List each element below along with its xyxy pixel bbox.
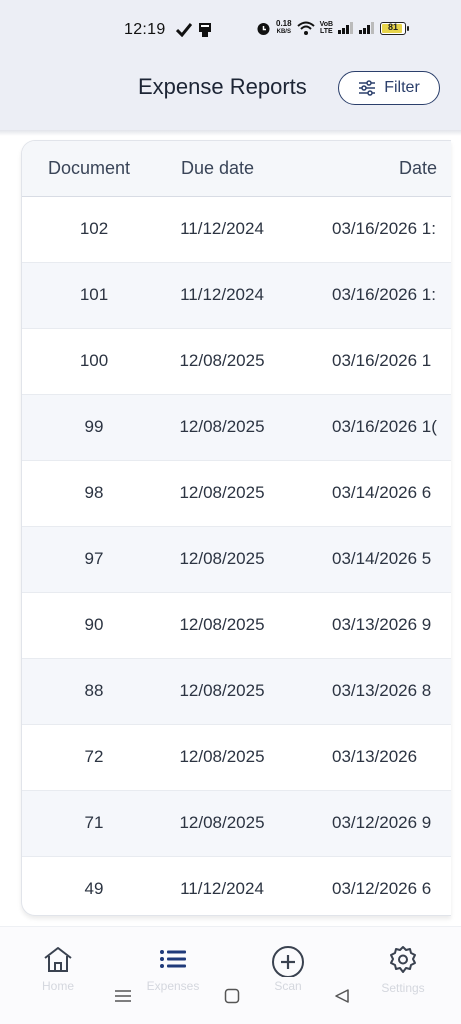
- table-row[interactable]: 100 12/08/2025 03/16/2026 1: [22, 329, 451, 395]
- column-header-due-date[interactable]: Due date: [181, 158, 254, 179]
- battery-level: 81: [388, 21, 399, 32]
- recents-icon[interactable]: [114, 988, 132, 1004]
- net-speed-unit: KB/S: [276, 29, 291, 35]
- table-row[interactable]: 99 12/08/2025 03/16/2026 1(: [22, 395, 451, 461]
- volte-top: VoB: [319, 21, 334, 28]
- cell-due-date: 12/08/2025: [179, 417, 265, 436]
- list-icon: [160, 950, 186, 968]
- cell-date: 03/16/2026 1(: [332, 417, 437, 436]
- cell-due-date: 12/08/2025: [179, 351, 265, 370]
- status-time: 12:19: [124, 21, 166, 38]
- table-row[interactable]: 72 12/08/2025 03/13/2026: [22, 725, 451, 791]
- volte-bottom: LTE: [319, 28, 333, 35]
- cell-date: 03/16/2026 1:: [332, 219, 436, 238]
- column-header-document[interactable]: Document: [48, 158, 130, 179]
- filter-icon: [359, 80, 376, 96]
- page-title: Expense Reports: [138, 74, 307, 99]
- cell-document: 49: [84, 879, 104, 898]
- cell-date: 03/14/2026 6: [332, 483, 432, 502]
- notification-icon: [199, 23, 211, 37]
- cell-document: 99: [84, 417, 104, 436]
- signal-icon: [338, 22, 354, 34]
- filter-button[interactable]: Filter: [338, 71, 440, 105]
- table-row[interactable]: 97 12/08/2025 03/14/2026 5: [22, 527, 451, 593]
- cell-due-date: 12/08/2025: [179, 483, 265, 502]
- table-header: Document Due date Date: [22, 141, 451, 197]
- cell-date: 03/16/2026 1: [332, 351, 432, 370]
- column-header-date[interactable]: Date: [399, 158, 437, 179]
- cell-document: 101: [79, 285, 109, 304]
- back-icon[interactable]: [334, 988, 350, 1004]
- cell-date: 03/13/2026 9: [332, 615, 432, 634]
- gear-icon: [390, 946, 416, 973]
- table-row[interactable]: 101 11/12/2024 03/16/2026 1:: [22, 263, 451, 329]
- app-header: Expense Reports Filter: [0, 60, 461, 130]
- status-bar: 12:19 0.18 KB/S VoB LTE 81: [0, 0, 461, 60]
- cell-date: 03/13/2026 8: [332, 681, 432, 700]
- cell-document: 90: [84, 615, 104, 634]
- cell-due-date: 12/08/2025: [179, 747, 265, 766]
- cell-document: 102: [79, 219, 109, 238]
- system-nav-bar: [0, 986, 461, 1008]
- table-row[interactable]: 71 12/08/2025 03/12/2026 9: [22, 791, 451, 857]
- cell-date: 03/13/2026: [332, 747, 418, 766]
- table-row[interactable]: 49 11/12/2024 03/12/2026 6: [22, 857, 451, 915]
- cell-date: 03/14/2026 5: [332, 549, 432, 568]
- plus-circle-icon: [272, 946, 304, 977]
- cell-date: 03/12/2026 6: [332, 879, 432, 898]
- cell-document: 88: [84, 681, 104, 700]
- expense-table[interactable]: Document Due date Date 102 11/12/2024 03…: [21, 140, 451, 916]
- cell-document: 97: [84, 549, 104, 568]
- home-button-icon[interactable]: [224, 988, 240, 1004]
- cell-due-date: 12/08/2025: [179, 681, 265, 700]
- table-row[interactable]: 98 12/08/2025 03/14/2026 6: [22, 461, 451, 527]
- table-row[interactable]: 90 12/08/2025 03/13/2026 9: [22, 593, 451, 659]
- cell-date: 03/16/2026 1:: [332, 285, 436, 304]
- cell-document: 98: [84, 483, 104, 502]
- home-icon: [44, 947, 72, 972]
- cell-due-date: 11/12/2024: [180, 219, 264, 238]
- wifi-icon: [296, 21, 315, 35]
- cell-document: 100: [79, 351, 109, 370]
- cell-date: 03/12/2026 9: [332, 813, 432, 832]
- cell-due-date: 12/08/2025: [179, 615, 265, 634]
- check-icon: [176, 23, 192, 37]
- net-speed-value: 0.18: [276, 19, 292, 28]
- table-row[interactable]: 88 12/08/2025 03/13/2026 8: [22, 659, 451, 725]
- table-row[interactable]: 102 11/12/2024 03/16/2026 1:: [22, 197, 451, 263]
- battery-icon: 81: [380, 21, 410, 35]
- signal-icon-2: [359, 22, 375, 34]
- cell-due-date: 12/08/2025: [179, 813, 265, 832]
- cell-due-date: 11/12/2024: [180, 879, 264, 898]
- filter-label: Filter: [384, 79, 420, 96]
- bottom-nav: Home Expenses Scan Settings: [0, 926, 461, 1024]
- cell-due-date: 11/12/2024: [180, 285, 264, 304]
- cell-document: 72: [84, 747, 104, 766]
- cell-document: 71: [84, 813, 104, 832]
- cell-due-date: 12/08/2025: [179, 549, 265, 568]
- alarm-icon: [257, 22, 270, 35]
